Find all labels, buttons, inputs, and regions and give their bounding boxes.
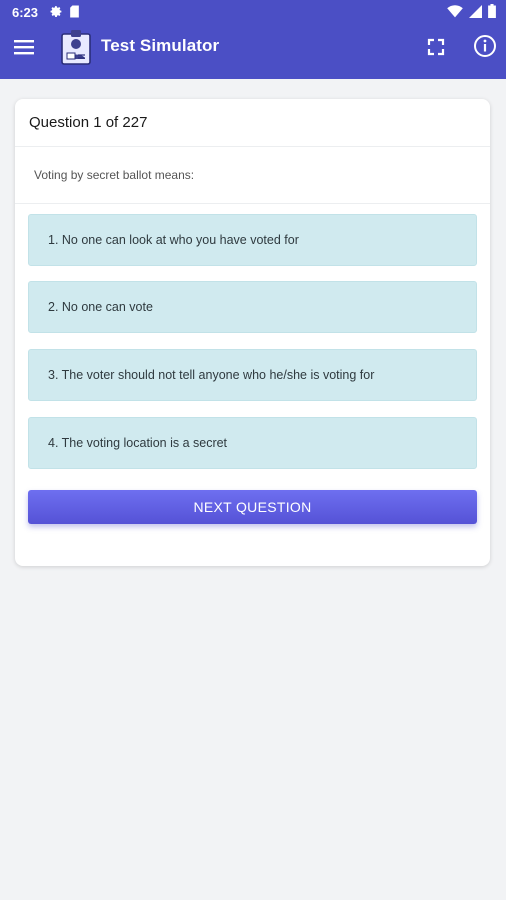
answer-option-4[interactable]: 4. The voting location is a secret: [28, 417, 477, 469]
answer-option-1[interactable]: 1. No one can look at who you have voted…: [28, 214, 477, 266]
sd-card-icon: [70, 5, 79, 18]
question-progress: Question 1 of 227: [15, 99, 490, 147]
info-icon[interactable]: [472, 33, 498, 59]
next-question-button[interactable]: NEXT QUESTION: [28, 490, 477, 524]
app-title: Test Simulator: [101, 36, 220, 55]
question-text: Voting by secret ballot means:: [15, 147, 490, 204]
status-icons-right: [447, 4, 496, 18]
wifi-icon: [447, 4, 463, 17]
answer-option-3[interactable]: 3. The voter should not tell anyone who …: [28, 349, 477, 401]
battery-icon: [488, 4, 496, 18]
answer-option-2[interactable]: 2. No one can vote: [28, 281, 477, 333]
app-bar: 6:23 Test Simulator: [0, 0, 506, 79]
id-card-logo-icon: [61, 30, 91, 65]
fullscreen-icon[interactable]: [424, 35, 448, 59]
toolbar: Test Simulator: [0, 24, 506, 79]
status-time: 6:23: [12, 5, 39, 20]
menu-icon[interactable]: [13, 37, 35, 57]
signal-icon: [469, 4, 482, 18]
question-card: Question 1 of 227 Voting by secret ballo…: [15, 99, 490, 566]
gear-icon: [50, 6, 62, 17]
status-icons-left: [50, 5, 80, 18]
status-bar: 6:23: [0, 0, 506, 24]
